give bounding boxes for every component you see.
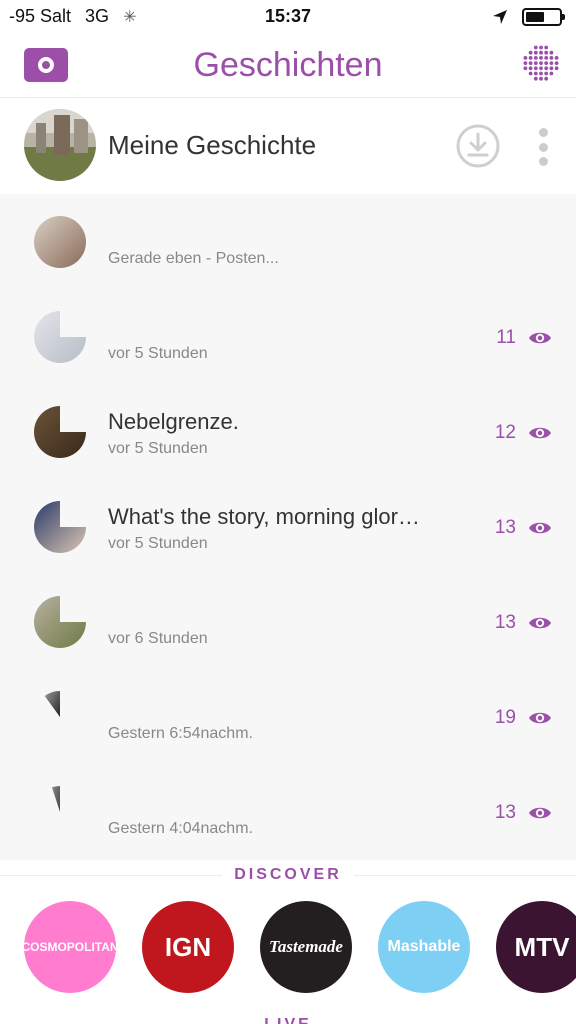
live-label: LIVE	[0, 1016, 576, 1024]
story-timestamp: Gestern 6:54nachm.	[108, 725, 253, 742]
story-thumbnail	[51, 786, 60, 812]
channel-logo-text: Tastemade	[269, 937, 343, 956]
discover-label: DISCOVER	[222, 866, 354, 883]
story-row[interactable]: What's the story, morning glor… vor 5 Stu…	[0, 479, 576, 574]
download-icon	[456, 124, 500, 168]
story-row[interactable]: Gestern 6:54nachm. 19	[0, 669, 576, 764]
story-row[interactable]: vor 6 Stunden 13	[0, 574, 576, 669]
story-timestamp: Gerade eben - Posten...	[108, 250, 279, 267]
channel-logo-text: MTV	[514, 931, 570, 962]
story-views[interactable]: 19	[495, 707, 552, 729]
story-caption: Nebelgrenze.	[108, 409, 239, 434]
story-thumbnail	[44, 691, 60, 717]
channel-logo-text: Mashable	[387, 938, 461, 955]
vertical-dot	[538, 142, 548, 152]
story-timestamp: vor 5 Stunden	[108, 345, 208, 362]
story-thumbnail	[34, 406, 86, 458]
status-right	[492, 8, 565, 26]
story-caption: What's the story, morning glor…	[108, 504, 420, 529]
header: Geschichten	[0, 34, 576, 98]
story-row[interactable]: Gestern 4:04nachm. 13	[0, 764, 576, 859]
story-timestamp: vor 5 Stunden	[108, 440, 208, 457]
eye-icon	[529, 427, 551, 439]
my-story-row[interactable]: Meine Geschichte	[0, 98, 576, 194]
eye-icon	[529, 617, 551, 629]
eye-icon	[529, 807, 551, 819]
story-thumbnail	[34, 216, 86, 268]
discover-channels: COSMOPOLITAN IGN Tastemade Mashable MTV	[24, 901, 576, 993]
story-thumbnail	[34, 596, 86, 648]
story-thumbnail	[34, 501, 86, 553]
view-count: 19	[494, 707, 516, 728]
story-views[interactable]: 13	[495, 517, 552, 539]
view-count: 12	[494, 422, 516, 443]
story-views[interactable]: 11	[496, 327, 552, 349]
story-row[interactable]: vor 5 Stunden 11	[0, 289, 576, 384]
story-views[interactable]: 12	[495, 422, 552, 444]
view-count: 13	[494, 802, 516, 823]
view-count: 11	[496, 327, 516, 348]
status-time: 15:37	[264, 6, 312, 26]
story-list: Gerade eben - Posten... vor 5 Stunden 11 Ne…	[0, 194, 576, 860]
channel-logo-text: COSMOPOLITAN	[24, 940, 116, 954]
story-timestamp: vor 6 Stunden	[108, 630, 208, 647]
story-row[interactable]: Nebelgrenze. vor 5 Stunden 12	[0, 384, 576, 479]
story-timestamp: vor 5 Stunden	[108, 535, 208, 552]
page-title: Geschichten	[193, 46, 383, 84]
location-arrow-icon	[493, 10, 507, 24]
discover-heading: DISCOVER	[0, 866, 576, 884]
my-story-avatar	[24, 109, 96, 181]
story-timestamp: Gestern 4:04nachm.	[108, 820, 253, 837]
view-count: 13	[494, 612, 516, 633]
channel-mashable[interactable]: Mashable	[378, 901, 470, 993]
eye-icon	[529, 522, 551, 534]
channel-tastemade[interactable]: Tastemade	[260, 901, 352, 993]
more-options-button[interactable]	[534, 128, 552, 166]
story-views[interactable]: 13	[495, 802, 552, 824]
vertical-dot	[538, 157, 548, 166]
story-thumbnail	[34, 311, 86, 363]
eye-icon	[529, 332, 551, 344]
friends-button[interactable]	[522, 44, 560, 82]
battery-level	[526, 12, 544, 22]
channel-ign[interactable]: IGN	[142, 901, 234, 993]
download-button[interactable]	[456, 124, 500, 168]
status-bar: -95 Salt 3G ✳ 15:37	[0, 0, 576, 34]
battery-icon	[522, 8, 565, 26]
eye-icon	[529, 712, 551, 724]
story-row[interactable]: Gerade eben - Posten...	[0, 194, 576, 289]
channel-mtv[interactable]: MTV	[496, 901, 576, 993]
discover-section: DISCOVER COSMOPOLITAN IGN Tastemade Mashabl…	[0, 860, 576, 1024]
story-views[interactable]: 13	[495, 612, 552, 634]
vertical-dots-icon	[538, 128, 548, 137]
dot-grid-icon	[523, 45, 559, 81]
channel-cosmopolitan[interactable]: COSMOPOLITAN	[24, 901, 116, 993]
my-story-name: Meine Geschichte	[108, 130, 317, 160]
view-count: 13	[494, 517, 516, 538]
channel-logo-text: IGN	[164, 931, 212, 962]
